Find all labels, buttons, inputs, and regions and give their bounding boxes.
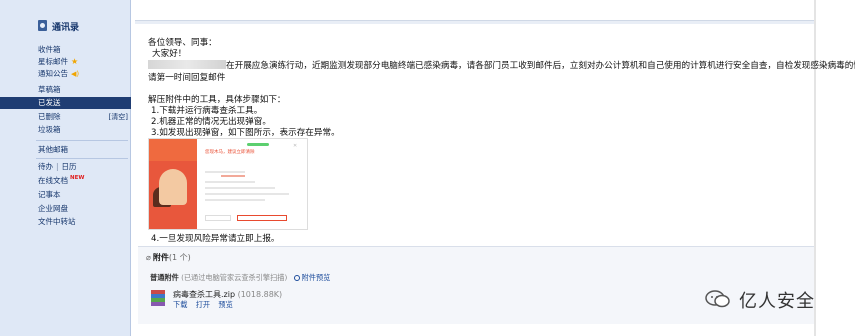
sidebar-item-label: 其他邮箱: [38, 145, 68, 154]
popup-primary-button: [237, 215, 287, 221]
sidebar-item-drafts[interactable]: 草稿箱: [0, 84, 131, 96]
mail-hello: 大家好！: [152, 49, 187, 59]
close-icon: ✕: [293, 143, 298, 149]
watermark-text: 亿人安全: [739, 291, 815, 312]
sidebar-item-label: 企业网盘: [38, 204, 68, 213]
sidebar-item-file-transfer[interactable]: 文件中转站: [0, 216, 131, 228]
sidebar-item-label: 草稿箱: [38, 85, 61, 94]
sidebar: 通讯录 收件箱 星标邮件 ★ 通知公告 ◀) 草稿箱 已发送 已删除 [清空] 垃圾箱…: [0, 0, 131, 336]
popup-text-line: [205, 187, 275, 189]
mail-paragraph-line-1: 在开展应急演练行动，近期监测发现部分电脑终端已感染病毒，请各部门员工收到邮件后，…: [148, 59, 855, 71]
sidebar-title[interactable]: 通讯录: [52, 20, 79, 33]
mail-paragraph-line-2: 请第一时间回复邮件: [148, 73, 226, 83]
mail-step-4: 4.一旦发现风险异常请立即上报。: [151, 234, 280, 244]
sidebar-item-label: 待办: [38, 162, 53, 171]
separator: |: [56, 162, 59, 171]
attachment-file[interactable]: 病毒查杀工具.zip (1018.88K): [173, 289, 282, 300]
sidebar-item-label: 记事本: [38, 190, 61, 199]
popup-secondary-button: [205, 215, 231, 221]
sidebar-divider: [36, 158, 128, 159]
sidebar-item-deleted[interactable]: 已删除 [清空]: [0, 111, 131, 123]
sidebar-item-sent[interactable]: 已发送: [0, 97, 131, 109]
mail-paragraph-text: 在开展应急演练行动，近期监测发现部分电脑终端已感染病毒，请各部门员工收到邮件后，…: [226, 61, 855, 71]
popup-text-line: [205, 193, 289, 195]
attachments-header: ⌀ 附件(1 个): [146, 252, 191, 263]
scan-note: (已通过电脑管家云查杀引擎扫描): [181, 273, 288, 282]
wechat-logo-icon: [705, 290, 730, 308]
redacted-text: [148, 60, 226, 69]
calendar-link[interactable]: 日历: [62, 162, 77, 171]
zip-file-icon[interactable]: [151, 290, 167, 308]
attachment-type-row: 普通附件 (已通过电脑管家云查杀引擎扫描) 附件预览: [150, 273, 330, 283]
sidebar-item-label: 通知公告: [38, 69, 68, 78]
popup-text-line: [205, 171, 245, 173]
new-badge: NEW: [70, 175, 85, 181]
sidebar-item-spam[interactable]: 垃圾箱: [0, 124, 131, 136]
empty-trash-link[interactable]: [清空]: [109, 111, 128, 123]
file-size: (1018.88K): [237, 290, 283, 299]
star-icon: ★: [71, 57, 79, 66]
sidebar-item-label: 收件箱: [38, 45, 61, 54]
attachment-type-label: 普通附件: [150, 273, 179, 282]
attachments-count: (1 个): [168, 253, 191, 262]
watermark: 亿人安全: [705, 286, 835, 312]
sidebar-item-notepad[interactable]: 记事本: [0, 189, 131, 201]
popup-title: 您现木马，建议立即清除: [205, 150, 255, 155]
sidebar-item-notices[interactable]: 通知公告 ◀): [0, 68, 131, 80]
sidebar-item-online-docs[interactable]: 在线文档 NEW: [0, 175, 131, 187]
illustration-face: [159, 169, 187, 205]
popup-text-line: [205, 199, 265, 201]
open-link[interactable]: 打开: [196, 300, 210, 309]
sidebar-item-label: 文件中转站: [38, 217, 76, 226]
status-badge: [247, 143, 269, 146]
sidebar-item-inbox[interactable]: 收件箱: [0, 44, 131, 56]
preview-label: 附件预览: [301, 273, 331, 282]
megaphone-icon: ◀): [71, 70, 80, 78]
attachments-panel: [138, 246, 814, 324]
sidebar-item-label: 已发送: [38, 98, 61, 107]
attachment-preview-link[interactable]: 附件预览: [293, 273, 331, 282]
mail-top-border: [135, 20, 815, 24]
preview-link[interactable]: 预览: [218, 300, 232, 309]
attachment-actions: 下载 打开 预览: [173, 300, 239, 310]
sidebar-item-starred[interactable]: 星标邮件 ★: [0, 56, 131, 68]
sidebar-divider: [36, 140, 128, 141]
paperclip-icon: ⌀: [146, 253, 151, 262]
popup-left-header: [149, 139, 197, 161]
sidebar-item-label: 星标邮件: [38, 57, 68, 66]
sidebar-item-cloud-drive[interactable]: 企业网盘: [0, 203, 131, 215]
contacts-icon[interactable]: [38, 20, 47, 31]
sidebar-item-label: 在线文档: [38, 176, 68, 185]
popup-text-line: [205, 181, 255, 183]
search-icon: [293, 275, 300, 281]
sidebar-item-label: 已删除: [38, 112, 61, 121]
download-link[interactable]: 下载: [173, 300, 187, 309]
sidebar-item-todo[interactable]: 待办 | 日历: [0, 161, 131, 173]
popup-screenshot-image: 您现木马，建议立即清除 ✕: [148, 138, 308, 230]
popup-text-line: [221, 175, 245, 177]
sidebar-item-other-mailboxes[interactable]: 其他邮箱: [0, 144, 131, 156]
mail-step-3: 3.如发现出现弹窗，如下图所示，表示存在异常。: [151, 128, 340, 138]
attachments-title: 附件: [152, 253, 169, 262]
file-name: 病毒查杀工具.zip: [173, 290, 236, 299]
sidebar-item-label: 垃圾箱: [38, 125, 61, 134]
